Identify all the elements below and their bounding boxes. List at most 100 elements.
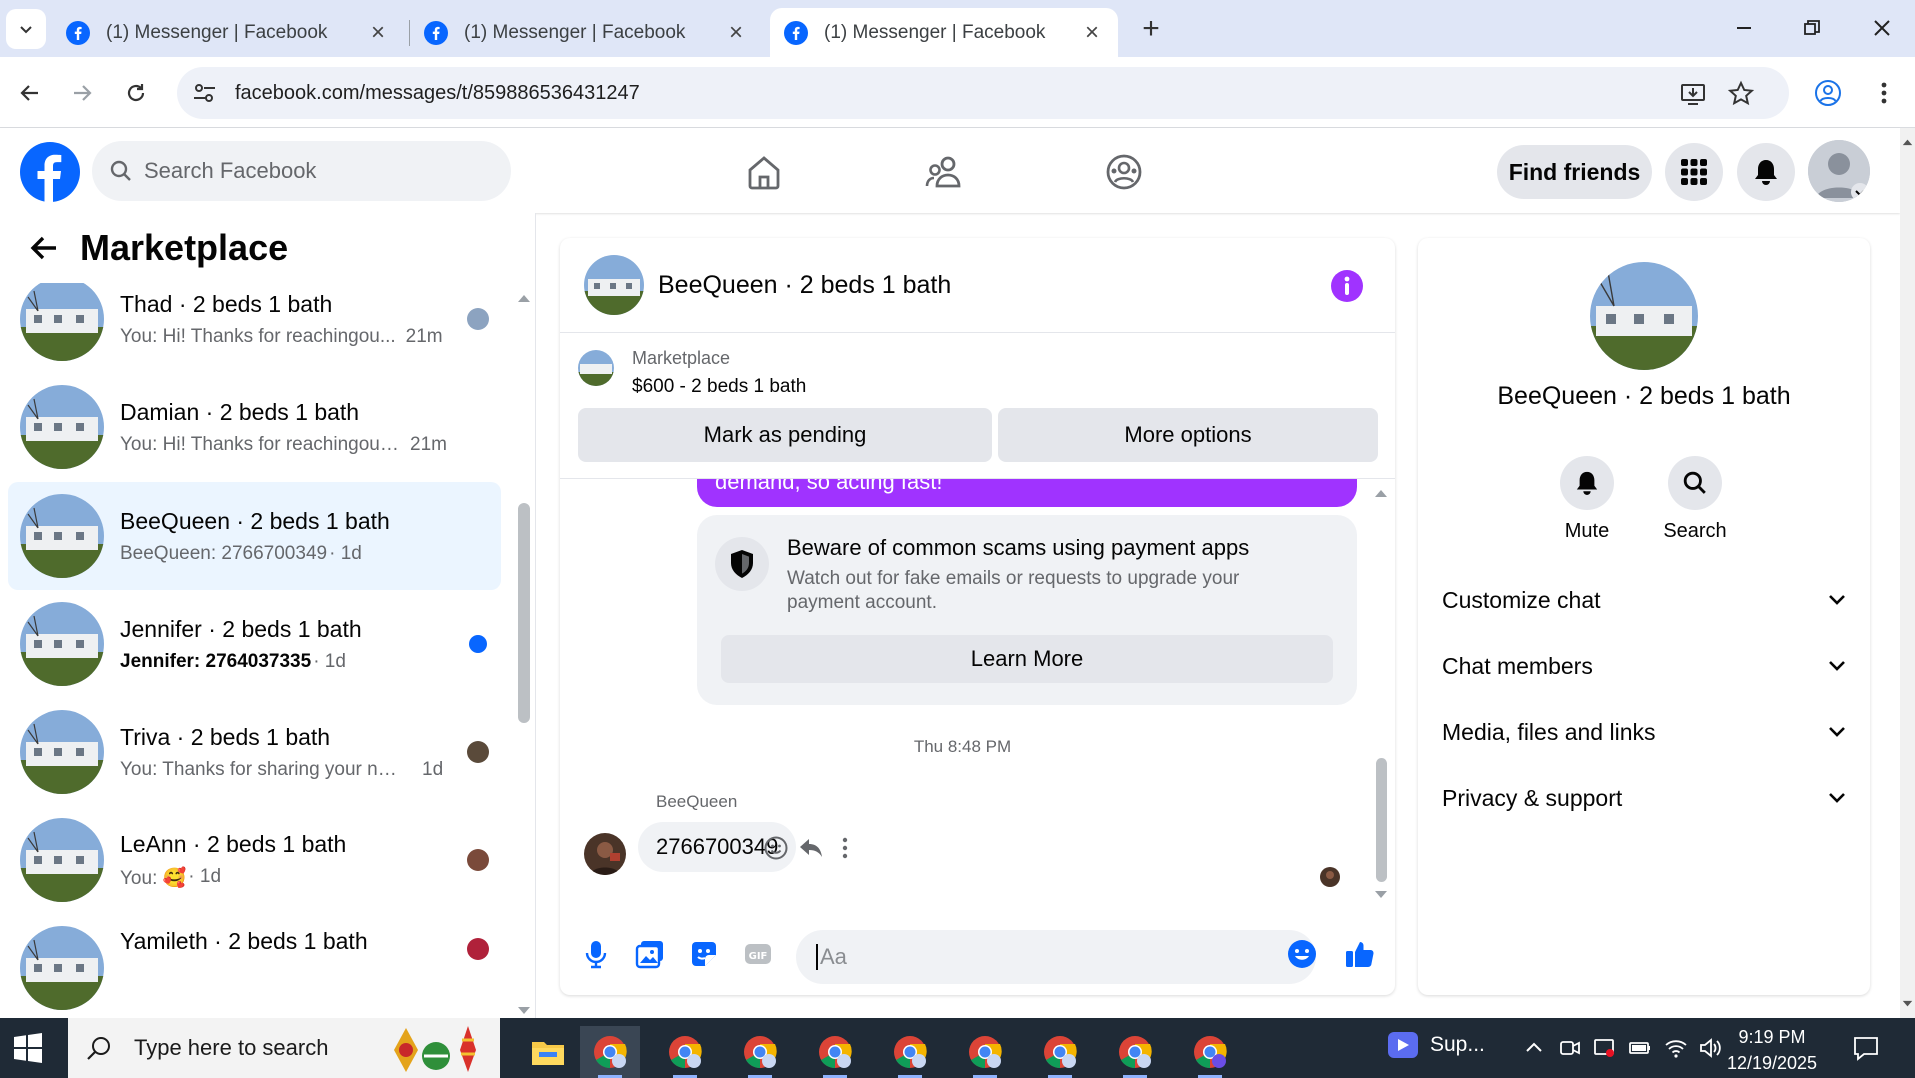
chrome-taskbar-icon[interactable] (1180, 1026, 1240, 1078)
chrome-taskbar-icon[interactable] (1105, 1026, 1165, 1078)
notification-center-icon[interactable] (1852, 1034, 1880, 1062)
friends-nav-button[interactable] (922, 150, 966, 194)
customize-chat-section[interactable]: Customize chat (1442, 572, 1846, 628)
wifi-icon[interactable] (1664, 1036, 1688, 1060)
chrome-taskbar-icon[interactable] (730, 1026, 790, 1078)
learn-more-button[interactable]: Learn More (721, 635, 1333, 683)
reload-button[interactable] (118, 75, 154, 111)
bookmark-star-icon[interactable] (1727, 80, 1755, 108)
conversation-item[interactable]: Damian · 2 beds 1 bath You: Hi! Thanks f… (8, 373, 501, 481)
chrome-taskbar-icon[interactable] (580, 1026, 640, 1078)
kebab-menu-icon (1881, 82, 1887, 104)
scroll-up-arrow-icon[interactable] (517, 293, 531, 303)
more-actions-icon[interactable] (832, 835, 858, 861)
minimize-button[interactable] (1719, 10, 1769, 46)
conversation-item-selected[interactable]: BeeQueen · 2 beds 1 bath BeeQueen: 27667… (8, 482, 501, 590)
file-explorer-taskbar-icon[interactable] (518, 1026, 578, 1078)
chat-title[interactable]: BeeQueen · 2 beds 1 bath (658, 271, 951, 300)
notifications-button[interactable] (1737, 143, 1795, 201)
profile-avatar[interactable] (1590, 262, 1698, 370)
message-input[interactable]: Aa (796, 930, 1316, 984)
arrow-right-icon (74, 85, 92, 101)
mute-action[interactable]: Mute (1542, 456, 1632, 543)
windows-taskbar: Type here to search Sup... 9:19 PM 12/19… (0, 1018, 1915, 1078)
chrome-taskbar-icon[interactable] (1030, 1026, 1090, 1078)
forward-button[interactable] (64, 75, 100, 111)
browser-tab-3-active[interactable]: (1) Messenger | Facebook × (770, 8, 1118, 57)
tab-search-button[interactable] (6, 9, 46, 49)
gif-icon[interactable]: GIF (742, 938, 774, 970)
mark-as-pending-button[interactable]: Mark as pending (578, 408, 992, 462)
chat-members-section[interactable]: Chat members (1442, 638, 1846, 694)
scroll-down-arrow-icon[interactable] (517, 1006, 531, 1016)
chat-scrollbar[interactable] (1376, 758, 1387, 882)
bell-icon (1560, 456, 1614, 510)
battery-icon[interactable] (1628, 1036, 1652, 1060)
scroll-up-arrow-icon[interactable] (1374, 488, 1388, 498)
meet-now-icon[interactable] (1558, 1036, 1582, 1060)
find-friends-button[interactable]: Find friends (1497, 145, 1652, 199)
restore-button[interactable] (1787, 10, 1837, 46)
privacy-support-section[interactable]: Privacy & support (1442, 770, 1846, 826)
scroll-down-arrow-icon[interactable] (1902, 1000, 1913, 1008)
profile-button[interactable] (1810, 75, 1846, 111)
system-clock[interactable]: 9:19 PM 12/19/2025 (1722, 1024, 1822, 1076)
menu-button[interactable] (1665, 143, 1723, 201)
account-avatar-button[interactable] (1808, 140, 1870, 202)
listing-price[interactable]: $600 - 2 beds 1 bath (632, 376, 806, 398)
chrome-taskbar-icon[interactable] (805, 1026, 865, 1078)
site-settings-icon[interactable] (191, 81, 219, 105)
conversation-item[interactable]: Yamileth · 2 beds 1 bath (8, 914, 501, 1018)
thumbs-up-icon[interactable] (1344, 938, 1376, 970)
emoji-icon[interactable] (1286, 938, 1318, 970)
chrome-taskbar-icon[interactable] (655, 1026, 715, 1078)
chat-window: BeeQueen · 2 beds 1 bath Marketplace $60… (560, 238, 1395, 995)
microphone-icon[interactable] (580, 938, 612, 970)
groups-nav-button[interactable] (1102, 150, 1146, 194)
zoom-support-taskbar-app[interactable]: Sup... (1388, 1032, 1485, 1058)
scroll-down-arrow-icon[interactable] (1374, 890, 1388, 900)
tab-close-icon[interactable]: × (1080, 19, 1104, 47)
close-window-button[interactable] (1857, 10, 1907, 46)
conversation-list-scrollbar[interactable] (518, 503, 530, 723)
reply-icon[interactable] (798, 835, 824, 861)
arrow-left-icon[interactable] (24, 232, 64, 264)
media-files-links-section[interactable]: Media, files and links (1442, 704, 1846, 760)
facebook-search-input[interactable]: Search Facebook (92, 141, 511, 201)
conversation-name: Thad · 2 beds 1 bath (120, 290, 333, 317)
browser-menu-button[interactable] (1866, 75, 1902, 111)
bell-icon (1755, 160, 1777, 185)
page-scrollbar[interactable] (1900, 128, 1915, 1018)
chrome-taskbar-icon[interactable] (880, 1026, 940, 1078)
browser-tab-2[interactable]: (1) Messenger | Facebook × (410, 8, 762, 57)
chrome-taskbar-icon[interactable] (955, 1026, 1015, 1078)
outgoing-message-bubble[interactable]: demand, so acting fast! (697, 479, 1357, 507)
volume-icon[interactable] (1698, 1036, 1722, 1060)
back-button[interactable] (12, 75, 48, 111)
chevron-up-icon[interactable] (1522, 1036, 1546, 1060)
scroll-up-arrow-icon[interactable] (1902, 138, 1913, 146)
conversation-item[interactable]: Jennifer · 2 beds 1 bath Jennifer: 27640… (8, 590, 501, 698)
sender-avatar[interactable] (584, 833, 626, 875)
new-tab-button[interactable]: + (1134, 12, 1168, 46)
home-nav-button[interactable] (742, 150, 786, 194)
search-action[interactable]: Search (1650, 456, 1740, 543)
conversation-item[interactable]: Triva · 2 beds 1 bath You: Thanks for sh… (8, 698, 501, 806)
install-app-icon[interactable] (1679, 80, 1707, 108)
conversation-item[interactable]: LeAnn · 2 beds 1 bath You: 🥰 · 1d (8, 806, 501, 914)
sticker-icon[interactable] (688, 938, 720, 970)
address-bar[interactable]: facebook.com/messages/t/859886536431247 (177, 67, 1789, 119)
facebook-logo-icon[interactable] (20, 142, 80, 202)
photo-gallery-icon[interactable] (634, 938, 666, 970)
windows-start-icon[interactable] (12, 1032, 44, 1064)
taskbar-search-input[interactable]: Type here to search (68, 1018, 500, 1078)
browser-tab-1[interactable]: (1) Messenger | Facebook × (52, 8, 404, 57)
chrome-icon (744, 1036, 777, 1069)
more-options-button[interactable]: More options (998, 408, 1378, 462)
tab-close-icon[interactable]: × (724, 19, 748, 47)
react-emoji-icon[interactable] (763, 835, 789, 861)
info-icon[interactable] (1331, 270, 1363, 302)
device-status-icon[interactable] (1592, 1036, 1616, 1060)
tab-close-icon[interactable]: × (366, 19, 390, 47)
chat-avatar[interactable] (584, 255, 644, 315)
